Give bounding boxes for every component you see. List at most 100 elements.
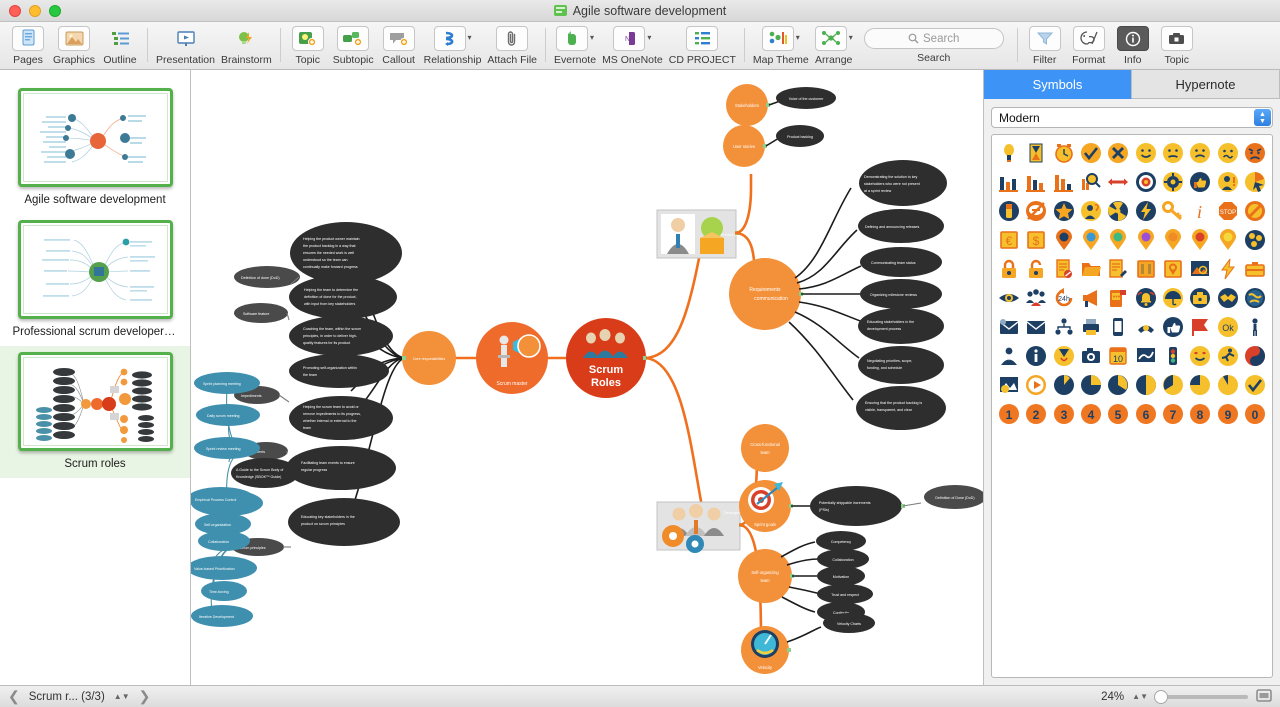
symbol-number-1[interactable]: 1	[997, 401, 1022, 426]
symbol-lock-closed[interactable]	[997, 256, 1022, 281]
chevron-down-icon[interactable]: ▾	[468, 33, 472, 42]
zoom-stepper-icon[interactable]: ▲▼	[1132, 692, 1148, 700]
symbol-pie-50[interactable]	[1133, 372, 1158, 397]
toolbar-item-topic-panel[interactable]: Topic	[1155, 24, 1199, 66]
symbol-check-circle[interactable]	[1079, 140, 1104, 165]
symbol-no-entry[interactable]	[1242, 198, 1267, 223]
symbol-smiley-angry[interactable]	[1242, 140, 1267, 165]
topic-icon[interactable]	[291, 26, 324, 51]
toolbar-item-map-theme[interactable]: ▾ Map Theme	[750, 24, 812, 66]
symbol-pie-90[interactable]	[1215, 372, 1240, 397]
page-item-agile-software-development[interactable]: Agile software development	[0, 82, 190, 214]
chevron-right-icon[interactable]: ❯	[139, 688, 151, 705]
symbol-presentation-board[interactable]	[1133, 343, 1158, 368]
page-thumbnail[interactable]	[17, 220, 173, 319]
symbol-pin-orange[interactable]	[1160, 227, 1185, 252]
stepper-icon[interactable]: ▲ ▼	[1254, 109, 1271, 126]
symbol-umbrella[interactable]	[1160, 285, 1185, 310]
symbol-number-0[interactable]: 0	[1242, 401, 1267, 426]
zoom-slider-knob[interactable]	[1154, 689, 1168, 704]
symbol-bar-chart-mid[interactable]	[1024, 169, 1049, 194]
filter-icon[interactable]	[1028, 26, 1061, 51]
symbol-bar-chart-down[interactable]	[997, 169, 1022, 194]
chevron-down-icon[interactable]: ▾	[849, 33, 853, 42]
symbol-printer[interactable]	[1079, 314, 1104, 339]
symbol-book[interactable]	[1133, 256, 1158, 281]
symbol-euro-note[interactable]: €	[997, 227, 1022, 252]
symbol-lightning-bolt[interactable]	[1133, 198, 1158, 223]
pages-icon[interactable]	[12, 26, 44, 51]
symbol-people-group[interactable]	[1024, 285, 1049, 310]
brainstorm-icon[interactable]	[230, 26, 262, 51]
paperclip-icon[interactable]	[496, 26, 529, 51]
symbol-phone-message[interactable]	[1106, 285, 1131, 310]
symbol-smiley-worried[interactable]	[1215, 140, 1240, 165]
symbol-bolt-yellow[interactable]	[1215, 256, 1240, 281]
tab-symbols[interactable]: Symbols	[984, 70, 1132, 99]
symbol-pie-25[interactable]	[1079, 372, 1104, 397]
zoom-slider[interactable]	[1154, 689, 1248, 704]
symbol-pie-75[interactable]	[1188, 372, 1213, 397]
symbol-thumb-up-dark[interactable]	[1160, 314, 1185, 339]
symbol-number-9[interactable]: 9	[1215, 401, 1240, 426]
chevron-down-icon[interactable]: ▾	[590, 33, 594, 42]
toolbar-item-evernote[interactable]: ▾ Evernote	[551, 24, 599, 66]
symbol-pin-purple[interactable]	[1133, 227, 1158, 252]
toolbar-item-outline[interactable]: Outline	[98, 24, 142, 66]
symbol-24h-clock[interactable]: 24h	[1051, 285, 1076, 310]
toolbar-item-ms-onenote[interactable]: N ▾ MS OneNote	[599, 24, 666, 66]
page-item-scrum-roles[interactable]: Scrum roles	[0, 346, 190, 478]
symbol-number-5[interactable]: 5	[1106, 401, 1131, 426]
symbol-pin-black[interactable]	[1051, 227, 1076, 252]
symbol-smiley-love[interactable]	[1188, 343, 1213, 368]
symbol-org-chart[interactable]	[1051, 314, 1076, 339]
symbol-info-circle[interactable]	[1024, 343, 1049, 368]
symbol-globe[interactable]	[1242, 285, 1267, 310]
symbol-alarm-clock[interactable]	[1051, 140, 1076, 165]
outline-icon[interactable]	[104, 26, 136, 51]
symbol-person-standing[interactable]	[1242, 314, 1267, 339]
symbol-chart-magnifier[interactable]	[1079, 169, 1104, 194]
symbol-image-search[interactable]	[1188, 256, 1213, 281]
symbol-folder-open[interactable]	[1079, 256, 1104, 281]
symbol-handshake[interactable]	[1215, 285, 1240, 310]
evernote-icon[interactable]	[556, 26, 589, 51]
symbol-play-button[interactable]	[1024, 372, 1049, 397]
symbol-envelope[interactable]	[1024, 314, 1049, 339]
page-item-professional-scrum-developer-glossary[interactable]: Professional scrum developer glos...	[0, 214, 190, 346]
symbol-businessman[interactable]	[997, 343, 1022, 368]
chevron-left-icon[interactable]: ❮	[8, 688, 20, 705]
tab-hypernote[interactable]: Hypernote	[1132, 70, 1280, 99]
symbol-document-edit[interactable]	[1106, 256, 1131, 281]
symbol-balloon[interactable]	[1051, 343, 1076, 368]
toolbar-item-topic[interactable]: Topic	[286, 24, 330, 66]
symbol-x-circle[interactable]	[1106, 140, 1131, 165]
symbol-photo-smiley[interactable]	[997, 372, 1022, 397]
relationship-icon[interactable]	[433, 26, 466, 51]
toolbar-item-info[interactable]: Info	[1111, 24, 1155, 66]
symbol-target[interactable]	[1133, 169, 1158, 194]
symbol-number-2[interactable]: 2	[1024, 401, 1049, 426]
symbol-megaphone[interactable]	[1079, 285, 1104, 310]
symbol-pie-chart-cursor[interactable]	[1242, 169, 1267, 194]
toolbar-item-format[interactable]: Format	[1067, 24, 1111, 66]
symbol-pie-35[interactable]	[1106, 372, 1131, 397]
symbol-dollar-note[interactable]: $	[1024, 227, 1049, 252]
toolbar-item-filter[interactable]: Filter	[1023, 24, 1067, 66]
symbol-number-6[interactable]: 6	[1133, 401, 1158, 426]
search-input[interactable]: Search	[863, 28, 1004, 49]
symbol-telephone[interactable]	[1133, 314, 1158, 339]
symbol-number-7[interactable]: 7	[1160, 401, 1185, 426]
presentation-icon[interactable]	[170, 26, 202, 51]
chevron-down-icon[interactable]: ▾	[647, 33, 651, 42]
topic-panel-icon[interactable]	[1160, 26, 1193, 51]
page-thumbnail[interactable]	[17, 352, 173, 451]
symbol-check-yellow[interactable]	[1242, 372, 1267, 397]
cd-project-icon[interactable]	[686, 26, 719, 51]
symbol-smiley-happy[interactable]	[1133, 140, 1158, 165]
symbol-lightbulb[interactable]	[997, 140, 1022, 165]
symbol-info-italic[interactable]: i	[1188, 198, 1213, 223]
symbol-thumbs-up[interactable]	[1188, 169, 1213, 194]
symbol-pin-red[interactable]	[1188, 227, 1213, 252]
toolbar-item-attach-file[interactable]: Attach File	[484, 24, 540, 66]
